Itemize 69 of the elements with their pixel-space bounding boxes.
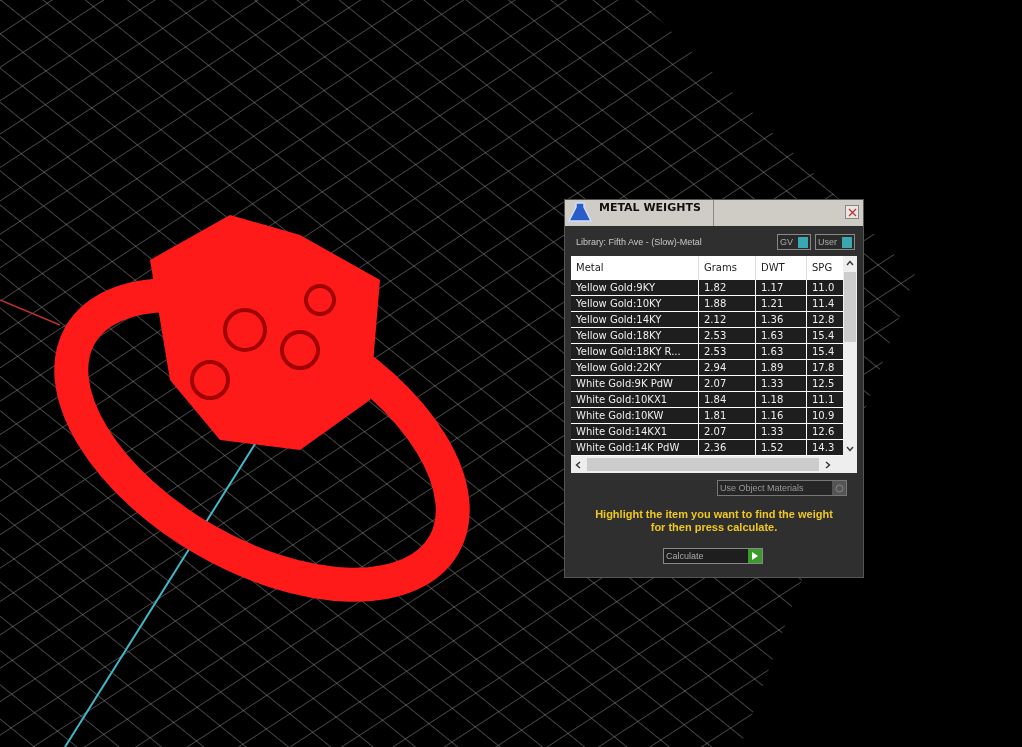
table-cell: 2.12 [699,312,756,328]
close-button[interactable] [845,205,859,219]
table-cell: 1.88 [699,296,756,312]
table-cell: White Gold:14K PdW [571,440,699,456]
table-cell: 1.82 [699,280,756,296]
play-icon [752,552,758,560]
table-cell: 17.8 [807,360,844,376]
table-cell: 1.33 [756,376,807,392]
calculate-button[interactable]: Calculate [663,548,763,564]
table-cell: 12.6 [807,424,844,440]
table-cell: 2.53 [699,344,756,360]
table-cell: 1.89 [756,360,807,376]
table-cell: 11.4 [807,296,844,312]
vertical-scrollbar[interactable] [843,256,857,456]
table-cell: 1.21 [756,296,807,312]
table-row[interactable]: White Gold:10KW 1.81 1.16 10.9 [571,408,844,424]
table-cell: 1.33 [756,424,807,440]
table-cell: White Gold:10KW [571,408,699,424]
table-cell: White Gold:9K PdW [571,376,699,392]
table-cell: 1.63 [756,344,807,360]
table-cell: 12.8 [807,312,844,328]
table-cell: 2.07 [699,376,756,392]
table-row[interactable]: Yellow Gold:14KY 2.12 1.36 12.8 [571,312,844,328]
instruction-text: Highlight the item you want to find the weight for then press calculate. [594,508,834,534]
table-cell: 1.17 [756,280,807,296]
table-cell: White Gold:10KX1 [571,392,699,408]
table-cell: Yellow Gold:14KY [571,312,699,328]
table-cell: 15.4 [807,328,844,344]
table-cell: 15.4 [807,344,844,360]
toggle-button[interactable]: GV [776,234,811,250]
table-cell: Yellow Gold:22KY [571,360,699,376]
table-cell: 1.84 [699,392,756,408]
table-row[interactable]: Yellow Gold:9KY 1.82 1.17 11.0 [571,280,844,296]
table-cell: 12.5 [807,376,844,392]
table-cell: 1.36 [756,312,807,328]
table-cell: 11.0 [807,280,844,296]
table-cell: 2.53 [699,328,756,344]
table-cell: 1.16 [756,408,807,424]
table-cell: 10.9 [807,408,844,424]
table-cell: Yellow Gold:10KY [571,296,699,312]
table-cell: 2.07 [699,424,756,440]
flask-icon [567,201,593,225]
table-cell: 2.94 [699,360,756,376]
table-row[interactable]: White Gold:10KX1 1.84 1.18 11.1 [571,392,844,408]
horizontal-scrollbar[interactable] [571,456,857,473]
table-row[interactable]: Yellow Gold:18KY R... 2.53 1.63 15.4 [571,344,844,360]
library-label: Library: Fifth Ave - (Slow)-Metal [576,237,703,247]
close-icon [847,207,857,217]
table-cell: Yellow Gold:9KY [571,280,699,296]
table-cell: 14.3 [807,440,844,456]
table-row[interactable]: White Gold:9K PdW 2.07 1.33 12.5 [571,376,844,392]
table-row[interactable]: White Gold:14KX1 2.07 1.33 12.6 [571,424,844,440]
table-cell: 2.36 [699,440,756,456]
table-cell: 1.63 [756,328,807,344]
table-cell: 1.81 [699,408,756,424]
table-cell: 1.52 [756,440,807,456]
table-cell: Yellow Gold:18KY [571,328,699,344]
table-row[interactable]: Yellow Gold:10KY 1.88 1.21 11.4 [571,296,844,312]
table-cell: 1.18 [756,392,807,408]
table-cell: White Gold:14KX1 [571,424,699,440]
table-row[interactable]: Yellow Gold:22KY 2.94 1.89 17.8 [571,360,844,376]
window-title: METAL WEIGHTS [597,200,714,226]
circle-icon [834,483,844,493]
table-row[interactable]: White Gold:14K PdW 2.36 1.52 14.3 [571,440,844,456]
table-cell: 11.1 [807,392,844,408]
table-row[interactable]: Yellow Gold:18KY 2.53 1.63 15.4 [571,328,844,344]
table-cell: Yellow Gold:18KY R... [571,344,699,360]
use-object-materials-button[interactable]: Use Object Materials [717,480,847,496]
toggle-button[interactable]: User [815,234,855,250]
